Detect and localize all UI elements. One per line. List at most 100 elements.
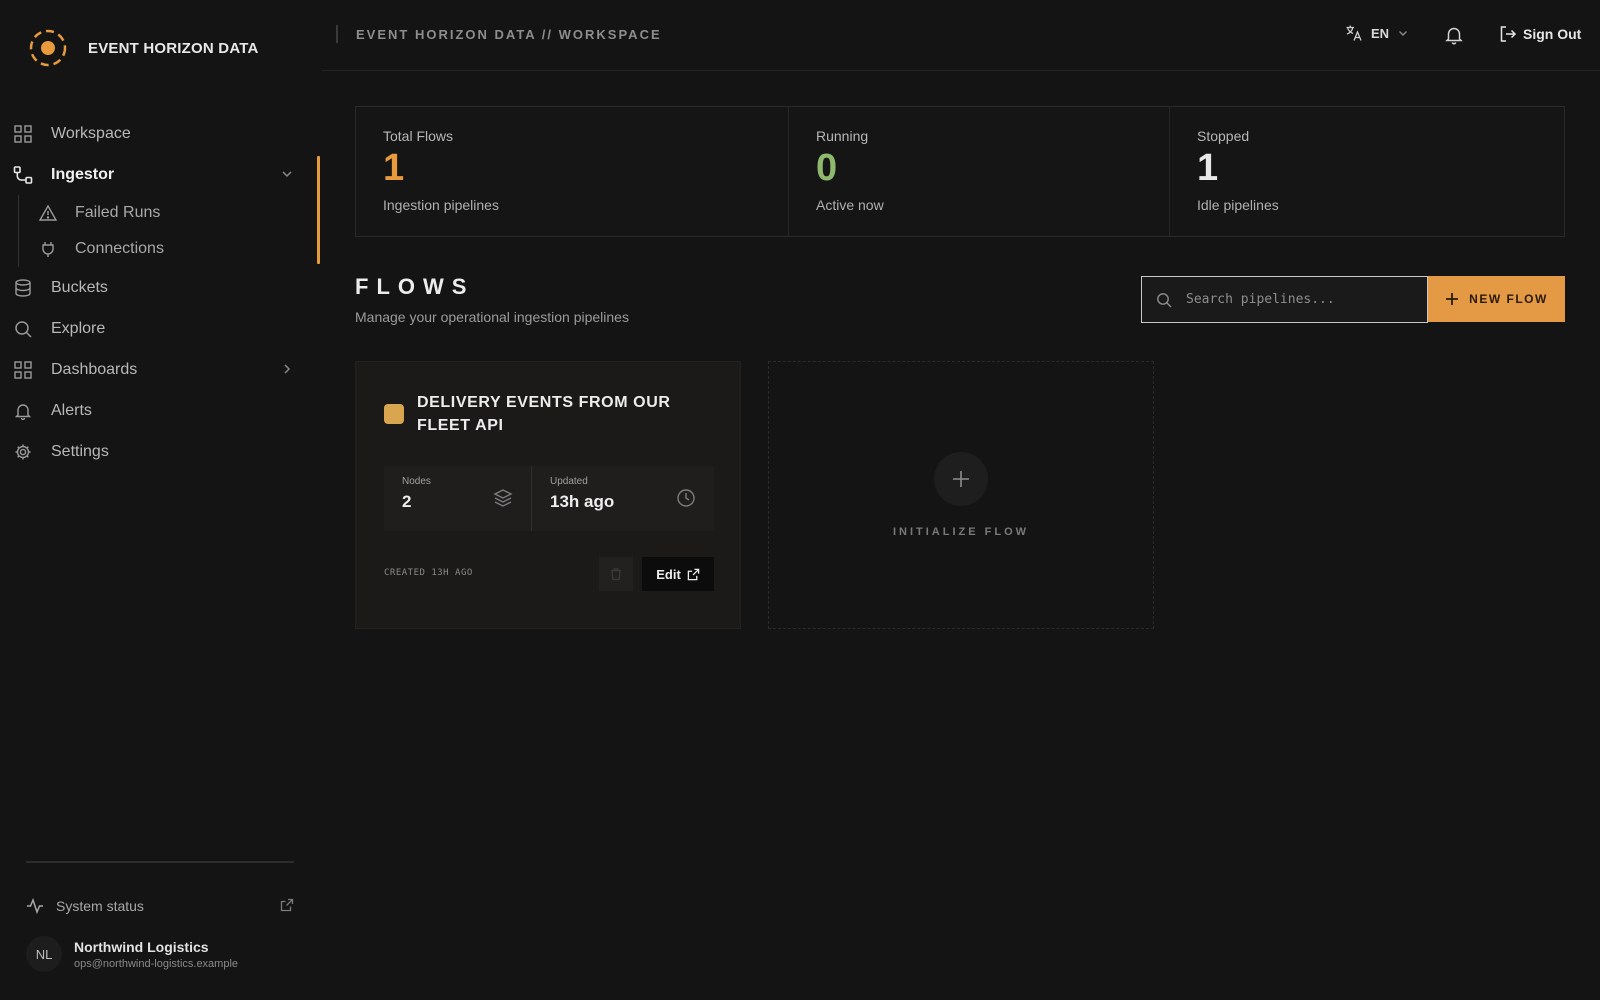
stat-value: 0 [816,147,838,189]
ingestor-subnav: Failed Runs Connections [0,195,322,267]
stats-panel: Total Flows 1 Ingestion pipelines Runnin… [355,106,1565,237]
stat-running: Running 0 Active now [789,107,1170,236]
flow-name: DELIVERY EVENTS FROM OUR FLEET API [417,394,671,434]
clock-icon [676,488,696,508]
sidebar-item-explore[interactable]: Explore [0,308,322,349]
translate-icon [1345,24,1363,42]
sidebar-sub-label: Connections [75,240,164,257]
new-flow-button[interactable]: NEW FLOW [1428,276,1565,322]
initialize-flow-card[interactable]: INITIALIZE FLOW [768,361,1154,629]
notifications-button[interactable] [1444,25,1464,45]
page-subtitle: Manage your operational ingestion pipeli… [355,309,629,325]
sidebar-item-settings[interactable]: Settings [0,431,322,472]
language-selector[interactable]: EN [1345,24,1409,42]
user-email: ops@northwind-logistics.example [74,957,239,970]
layers-icon [493,488,513,508]
sidebar-item-label: Alerts [51,401,92,419]
search-icon [13,319,33,339]
plus-icon [953,471,969,487]
system-status-link[interactable]: System status [26,895,294,917]
brand-name: EVENT HORIZON DATA [88,39,259,57]
breadcrumb-separator [336,25,338,43]
sidebar-item-alerts[interactable]: Alerts [0,390,322,431]
avatar: NL [26,936,62,972]
stat-value: 1 [1197,147,1219,189]
sidebar-item-dashboards[interactable]: Dashboards [0,349,322,390]
edit-flow-button[interactable]: Edit [642,557,714,591]
stat-title: Stopped [1197,128,1250,144]
metric-updated: Updated 13h ago [531,466,714,531]
user-info: Northwind Logistics ops@northwind-logist… [74,939,238,970]
search-icon [1156,292,1172,308]
activity-icon [26,897,44,915]
stat-stopped: Stopped 1 Idle pipelines [1170,107,1564,236]
stat-subtitle: Idle pipelines [1197,197,1279,213]
search-box[interactable] [1141,276,1428,323]
sidebar-divider [26,861,294,863]
breadcrumb: EVENT HORIZON DATA // WORKSPACE [356,27,662,42]
language-label: EN [1371,25,1390,41]
trash-icon [609,567,623,581]
stat-title: Total Flows [383,128,454,144]
system-status-label: System status [56,898,144,914]
search-input[interactable] [1186,292,1406,307]
flow-card[interactable]: DELIVERY EVENTS FROM OUR FLEET API Nodes… [355,361,741,629]
new-flow-label: NEW FLOW [1469,292,1548,306]
chevron-down-icon [1397,27,1409,39]
plug-icon [39,240,57,258]
sidebar-sub-label: Failed Runs [75,204,161,221]
grid-icon [13,124,33,144]
sidebar-item-label: Settings [51,442,109,460]
flow-metrics: Nodes 2 Updated 13h ago [384,466,714,531]
user-profile[interactable]: NL Northwind Logistics ops@northwind-log… [26,936,238,972]
initialize-flow-label: INITIALIZE FLOW [892,526,1030,538]
sidebar-item-label: Workspace [51,124,131,142]
bell-icon [13,401,33,421]
sign-out-label: Sign Out [1523,26,1582,42]
grid-icon [13,360,33,380]
flow-icon [13,165,33,185]
sign-out-button[interactable]: Sign Out [1499,25,1581,43]
sidebar-item-connections[interactable]: Connections [0,231,322,267]
sidebar-item-label: Buckets [51,278,108,296]
sidebar-item-label: Explore [51,319,106,337]
metric-nodes: Nodes 2 [384,466,531,531]
warning-icon [39,204,57,222]
database-icon [13,278,33,298]
page-title: FLOWS [355,274,475,299]
logout-icon [1499,25,1517,43]
subnav-line [18,195,19,267]
sidebar-item-buckets[interactable]: Buckets [0,267,322,308]
bell-icon [1444,25,1464,45]
sidebar-item-label: Ingestor [51,165,115,183]
user-name: Northwind Logistics [74,938,209,955]
sidebar-item-failed-runs[interactable]: Failed Runs [0,195,322,231]
sidebar: EVENT HORIZON DATA Workspace Ingestor Fa… [0,0,322,1000]
active-indicator [317,156,320,264]
flow-created: CREATED 13H AGO [384,568,473,578]
brand[interactable]: EVENT HORIZON DATA [28,28,259,68]
stat-subtitle: Active now [816,197,884,213]
edit-label: Edit [656,566,681,582]
add-flow-circle [934,452,988,506]
stat-subtitle: Ingestion pipelines [383,197,499,213]
metric-label: Nodes [402,476,431,487]
metric-label: Updated [550,476,588,487]
top-bar: EVENT HORIZON DATA // WORKSPACE EN Sign … [322,0,1600,71]
sidebar-nav: Workspace Ingestor Failed Runs Connectio… [0,113,322,472]
external-link-icon [280,898,294,912]
sidebar-item-label: Dashboards [51,360,138,378]
logo-icon [28,28,68,68]
stat-total-flows: Total Flows 1 Ingestion pipelines [356,107,789,236]
gear-icon [13,442,33,462]
stat-value: 1 [383,147,405,189]
chevron-down-icon [280,167,294,181]
sidebar-item-ingestor[interactable]: Ingestor [0,154,322,195]
sidebar-item-workspace[interactable]: Workspace [0,113,322,154]
flow-status-indicator [384,404,404,424]
plus-icon [1446,293,1459,305]
stat-title: Running [816,128,869,144]
chevron-right-icon [280,362,294,376]
delete-flow-button[interactable] [599,557,633,591]
external-link-icon [687,568,700,580]
